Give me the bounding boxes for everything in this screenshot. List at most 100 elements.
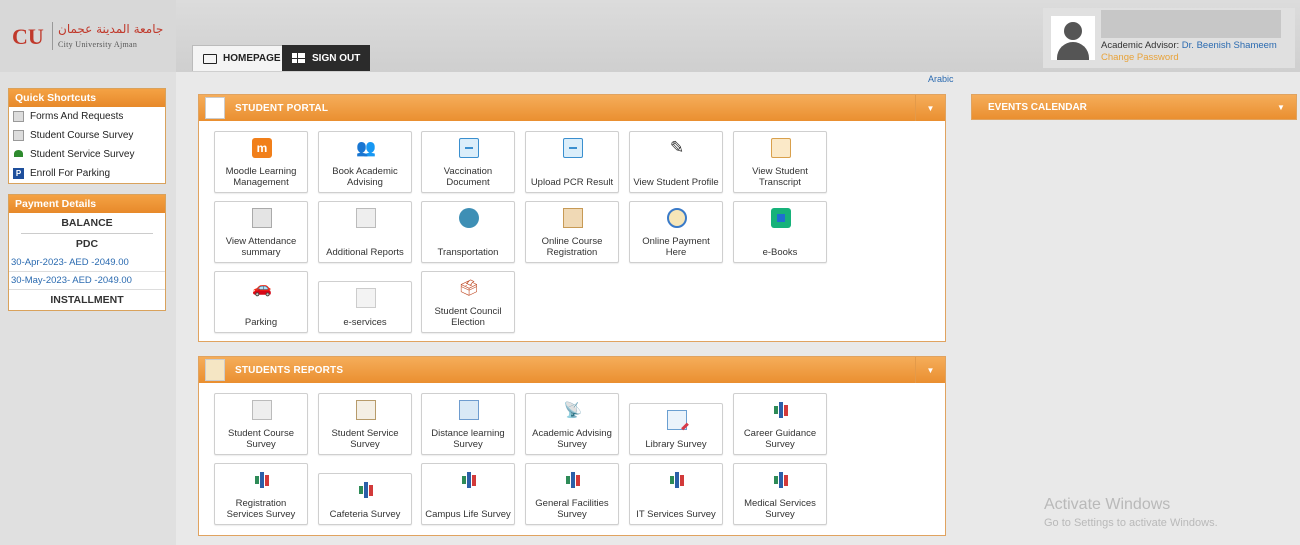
tile-label: Distance learning Survey [431,428,505,450]
tile-label: Vaccination Document [443,166,493,188]
tab-sign-out[interactable]: SIGN OUT [282,45,371,71]
parking-icon: P [13,168,24,179]
tile-student-profile[interactable]: ✎ View Student Profile [629,131,723,193]
tile-registration-survey[interactable]: Registration Services Survey [214,463,308,525]
logo-arabic-name: جامعة المدينة عجمان [58,22,164,36]
tile-label: Student Service Survey [331,428,399,450]
shortcut-service-survey[interactable]: Student Service Survey [9,145,165,164]
events-calendar-header: EVENTS CALENDAR ▼ [971,94,1297,120]
chevron-down-icon[interactable]: ▼ [1266,95,1296,119]
transcript-icon [771,138,791,158]
monitor-icon [203,53,217,64]
bar-chart-icon [356,480,376,500]
tile-e-services[interactable]: e-services [318,281,412,333]
tile-course-registration[interactable]: Online Course Registration [525,201,619,263]
pdc-entry: 30-Apr-2023- AED -2049.00 [9,254,165,272]
tile-course-survey[interactable]: Student Course Survey [214,393,308,455]
balance-row[interactable]: BALANCE [21,213,153,234]
bar-chart-icon [771,470,791,490]
advisor-name-link[interactable]: Dr. Beenish Shameem [1182,40,1277,51]
tile-library-survey[interactable]: Library Survey [629,403,723,455]
tile-general-facilities-survey[interactable]: General Facilities Survey [525,463,619,525]
chart-icon [356,288,376,308]
payment-details-panel: Payment Details BALANCE PDC 30-Apr-2023-… [8,194,166,311]
tile-ebooks[interactable]: e-Books [733,201,827,263]
chevron-down-icon[interactable]: ▼ [915,357,945,383]
tile-label: Academic Advising Survey [532,428,612,450]
tile-label: Cafeteria Survey [329,509,401,520]
book-icon [563,208,583,228]
tile-upload-pcr[interactable]: Upload PCR Result [525,131,619,193]
shortcut-label: Enroll For Parking [30,168,111,179]
tile-it-services-survey[interactable]: IT Services Survey [629,463,723,525]
university-logo[interactable]: CU جامعة المدينة عجمان City University A… [0,0,176,72]
tile-label: Registration Services Survey [226,498,296,520]
bar-chart-icon [252,470,272,490]
tile-label: General Facilities Survey [535,498,609,520]
portal-icon [205,97,225,119]
logo-english-name: City University Ajman [58,40,138,49]
tile-label: Student Course Survey [227,428,294,450]
tile-moodle[interactable]: m Moodle Learning Management [214,131,308,193]
logo-divider [52,22,53,50]
shortcut-forms-requests[interactable]: Forms And Requests [9,107,165,126]
shortcut-enroll-parking[interactable]: P Enroll For Parking [9,164,165,183]
tile-student-transcript[interactable]: View Student Transcript [733,131,827,193]
tile-label: e-Books [762,247,798,258]
redacted-user-name [1101,10,1281,38]
arabic-language-link[interactable]: Arabic [928,74,954,84]
shortcut-course-survey[interactable]: Student Course Survey [9,126,165,145]
tab-homepage[interactable]: HOMEPAGE [192,45,292,71]
tile-council-election[interactable]: 🗳 Student Council Election [421,271,515,333]
tile-career-guidance-survey[interactable]: Career Guidance Survey [733,393,827,455]
shortcut-label: Forms And Requests [30,111,124,122]
pdc-row[interactable]: PDC [21,234,153,254]
tab-homepage-label: HOMEPAGE [223,53,281,64]
avatar[interactable] [1051,16,1095,60]
tile-distance-learning-survey[interactable]: Distance learning Survey [421,393,515,455]
chevron-down-icon[interactable]: ▼ [915,95,945,121]
bar-chart-icon [771,400,791,420]
document-icon [13,111,24,122]
tile-label: Career Guidance Survey [743,428,817,450]
windows-activation-watermark: Activate Windows Go to Settings to activ… [1044,496,1218,529]
tile-advising-survey[interactable]: 📡 Academic Advising Survey [525,393,619,455]
student-portal-panel: STUDENT PORTAL ▼ m Moodle Learning Manag… [198,94,946,342]
clipboard-icon [563,138,583,158]
watermark-subtitle: Go to Settings to activate Windows. [1044,517,1218,529]
logo-abbreviation: CU [12,24,44,49]
tile-vaccination[interactable]: Vaccination Document [421,131,515,193]
pencil-icon: ✎ [669,138,685,157]
tile-label: Library Survey [645,439,707,450]
tile-transportation[interactable]: Transportation [421,201,515,263]
tile-label: Transportation [437,247,499,258]
tile-service-survey[interactable]: Student Service Survey [318,393,412,455]
tile-label: Upload PCR Result [530,177,614,188]
students-reports-panel: STUDENTS REPORTS ▼ Student Course Survey… [198,356,946,536]
document-icon [252,400,272,420]
installment-row[interactable]: INSTALLMENT [21,290,153,310]
tile-label: IT Services Survey [636,509,716,520]
user-info: Academic Advisor: Dr. Beenish Shameem Ch… [1043,8,1295,68]
change-password-link[interactable]: Change Password [1101,52,1179,63]
tile-parking[interactable]: 🚗 Parking [214,271,308,333]
tile-campus-life-survey[interactable]: Campus Life Survey [421,463,515,525]
tile-attendance[interactable]: View Attendance summary [214,201,308,263]
reports-icon [205,359,225,381]
tile-label: Book Academic Advising [332,166,398,188]
tab-sign-out-label: SIGN OUT [312,52,361,64]
advisor-line: Academic Advisor: Dr. Beenish Shameem [1101,40,1277,51]
bus-icon [459,208,479,228]
tile-medical-services-survey[interactable]: Medical Services Survey [733,463,827,525]
quick-shortcuts-panel: Quick Shortcuts Forms And Requests Stude… [8,88,166,184]
tile-additional-reports[interactable]: Additional Reports [318,201,412,263]
pdc-entry: 30-May-2023- AED -2049.00 [9,272,165,290]
tile-label: View Student Profile [633,177,719,188]
tile-online-payment[interactable]: Online Payment Here [629,201,723,263]
tile-cafeteria-survey[interactable]: Cafeteria Survey [318,473,412,525]
tile-book-advising[interactable]: 👥 Book Academic Advising [318,131,412,193]
bar-chart-icon [667,470,687,490]
tile-label: Student Council Election [434,306,502,328]
tile-label: Parking [244,317,278,328]
advising-icon: 👥 [356,140,376,157]
